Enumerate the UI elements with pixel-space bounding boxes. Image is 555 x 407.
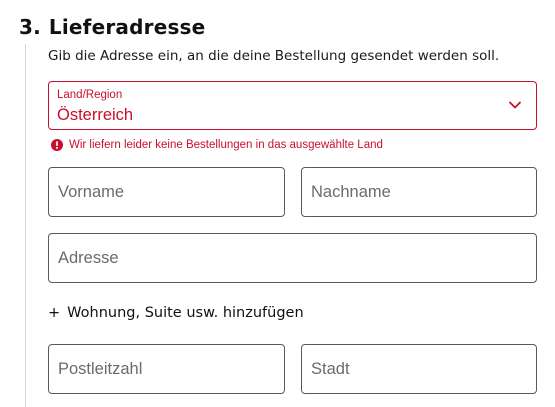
last-name-placeholder: Nachname xyxy=(311,183,391,201)
checkout-shipping-section: 3. Lieferadresse Gib die Adresse ein, an … xyxy=(0,0,555,407)
add-apartment-label: Wohnung, Suite usw. hinzufügen xyxy=(67,305,304,321)
city-input[interactable]: Stadt xyxy=(301,344,537,394)
country-region-value: Österreich xyxy=(57,106,134,124)
country-region-label: Land/Region xyxy=(57,89,123,101)
section-intro: Gib die Adresse ein, an die deine Bestel… xyxy=(48,48,500,64)
section-number: 3. xyxy=(19,15,41,39)
country-error-text: Wir liefern leider keine Bestellungen in… xyxy=(69,139,383,151)
postal-code-input[interactable]: Postleitzahl xyxy=(48,344,285,394)
address-input[interactable]: Adresse xyxy=(48,233,537,283)
first-name-placeholder: Vorname xyxy=(58,183,125,201)
section-title-text: Lieferadresse xyxy=(48,15,206,39)
last-name-input[interactable]: Nachname xyxy=(301,167,537,217)
plus-icon: + xyxy=(48,305,61,321)
chevron-down-icon xyxy=(509,101,521,109)
first-name-input[interactable]: Vorname xyxy=(48,167,285,217)
city-placeholder: Stadt xyxy=(311,360,350,378)
address-placeholder: Adresse xyxy=(58,249,119,267)
country-region-select[interactable]: Land/Region Österreich xyxy=(48,81,537,130)
section-title: 3. Lieferadresse xyxy=(19,14,205,40)
postal-code-placeholder: Postleitzahl xyxy=(58,360,143,378)
section-rail-divider xyxy=(25,44,26,407)
error-icon xyxy=(51,139,63,151)
add-apartment-link[interactable]: + Wohnung, Suite usw. hinzufügen xyxy=(48,304,304,322)
country-error-message: Wir liefern leider keine Bestellungen in… xyxy=(51,138,383,152)
